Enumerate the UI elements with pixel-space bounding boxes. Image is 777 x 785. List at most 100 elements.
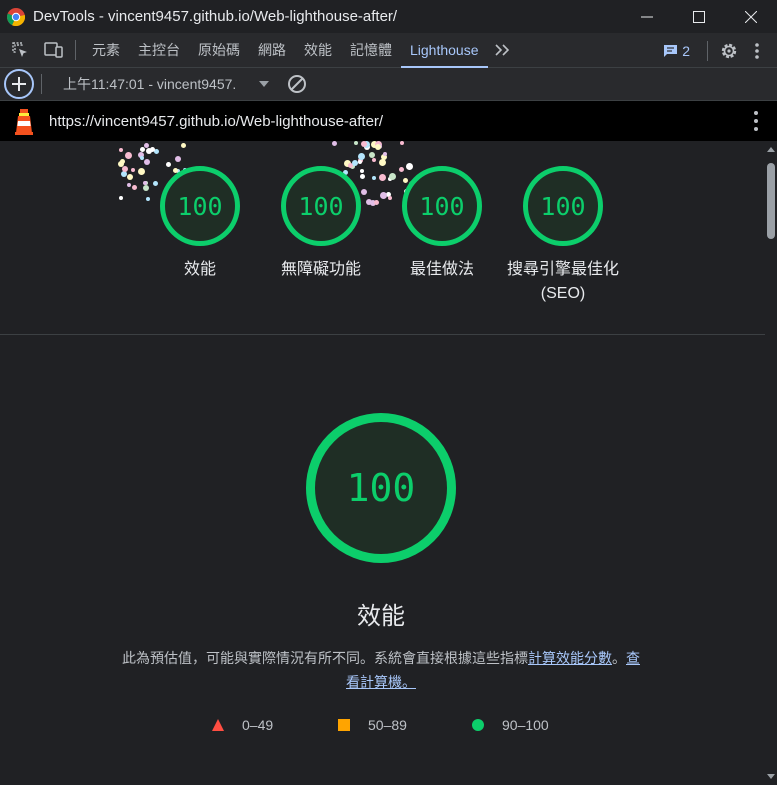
section-divider xyxy=(0,334,765,335)
confetti-dot xyxy=(361,189,368,196)
confetti-dot xyxy=(146,196,151,201)
confetti-dot xyxy=(359,168,364,173)
close-button[interactable] xyxy=(725,0,777,33)
confetti-dot xyxy=(358,159,363,164)
device-toolbar-button[interactable] xyxy=(40,36,68,64)
confetti-dot xyxy=(175,155,182,162)
gauge-seo[interactable]: 100 xyxy=(523,166,603,246)
confetti-dot xyxy=(402,178,408,184)
confetti-dot xyxy=(153,180,159,186)
tab-elements[interactable]: 元素 xyxy=(83,33,129,68)
minimize-icon xyxy=(641,16,653,17)
confetti-dot xyxy=(372,157,377,162)
issues-count: 2 xyxy=(682,42,690,59)
maximize-icon xyxy=(693,10,705,23)
report-url-bar: https://vincent9457.github.io/Web-lighth… xyxy=(0,101,777,141)
confetti-dot xyxy=(360,141,367,148)
confetti-dot xyxy=(139,147,145,153)
confetti-dot xyxy=(143,185,150,192)
scroll-up-arrow-icon[interactable] xyxy=(767,147,775,152)
settings-button[interactable] xyxy=(715,37,743,65)
gauge-score: 100 xyxy=(540,191,586,221)
confetti-dot xyxy=(166,161,172,167)
scroll-down-arrow-icon[interactable] xyxy=(767,774,775,779)
confetti-dot xyxy=(382,151,387,156)
devtools-tab-bar: 元素 主控台 原始碼 網路 效能 記憶體 Lighthouse 2 xyxy=(0,33,777,68)
issues-button[interactable]: 2 xyxy=(653,43,700,59)
confetti-dot xyxy=(378,159,386,167)
confetti-dot xyxy=(118,147,123,152)
plus-icon xyxy=(12,77,26,91)
new-report-button[interactable] xyxy=(4,69,34,99)
confetti-dot xyxy=(374,199,380,205)
report-selector[interactable]: 上午11:47:01 - vincent9457. xyxy=(63,74,269,94)
confetti-dot xyxy=(131,168,136,173)
legend-average: 50–89 xyxy=(338,717,407,733)
confetti-dot xyxy=(365,198,372,205)
report-scrollbar[interactable] xyxy=(765,141,777,785)
confetti-dot xyxy=(132,184,138,190)
tab-separator xyxy=(75,40,76,60)
minimize-button[interactable] xyxy=(621,0,673,33)
legend-range: 0–49 xyxy=(242,717,274,733)
scroll-thumb[interactable] xyxy=(767,163,775,239)
confetti-dot xyxy=(369,151,376,158)
clear-reports-icon[interactable] xyxy=(287,74,307,94)
performance-description: 此為預估值，可能與實際情況有所不同。系統會直接根據這些指標計算效能分數。查看計算… xyxy=(120,646,642,694)
chevron-double-right-icon xyxy=(494,44,509,56)
confetti-dot xyxy=(119,158,125,164)
confetti-dot xyxy=(388,196,393,201)
confetti-dot xyxy=(121,165,128,172)
more-tabs-button[interactable] xyxy=(488,36,516,64)
tab-lighthouse[interactable]: Lighthouse xyxy=(401,33,488,68)
confetti-dot xyxy=(126,182,131,187)
tabbar-right-tools: 2 xyxy=(653,33,777,68)
toolbar-separator xyxy=(41,74,42,94)
lighthouse-toolbar: 上午11:47:01 - vincent9457. xyxy=(0,68,777,101)
confetti-dot xyxy=(405,162,413,170)
description-text: 此為預估值，可能與實際情況有所不同。系統會直接根據這些指標 xyxy=(122,650,528,666)
gauge-score: 100 xyxy=(177,191,223,221)
gauge-score: 100 xyxy=(419,191,465,221)
gauge-label-performance: 效能 xyxy=(183,261,216,278)
confetti-dot xyxy=(145,148,152,154)
confetti-dot xyxy=(400,141,405,145)
tab-performance[interactable]: 效能 xyxy=(295,33,341,68)
tab-console[interactable]: 主控台 xyxy=(129,33,189,68)
gauge-score: 100 xyxy=(298,191,344,221)
gauge-best-practices[interactable]: 100 xyxy=(402,166,482,246)
calculate-score-link[interactable]: 計算效能分數 xyxy=(528,650,612,666)
gauge-accessibility[interactable]: 100 xyxy=(281,166,361,246)
dropdown-arrow-icon xyxy=(259,81,269,87)
tab-memory[interactable]: 記憶體 xyxy=(341,33,401,68)
chrome-logo-icon xyxy=(7,7,25,26)
window-controls xyxy=(621,0,777,33)
circle-icon xyxy=(472,719,484,731)
confetti-dot xyxy=(379,173,387,181)
maximize-button[interactable] xyxy=(673,0,725,33)
legend-range: 90–100 xyxy=(502,717,549,733)
device-icon xyxy=(44,42,63,58)
gauge-label-accessibility: 無障礙功能 xyxy=(280,261,361,278)
more-options-button[interactable] xyxy=(743,37,771,65)
report-menu-button[interactable] xyxy=(753,111,759,131)
report-selector-value: 上午11:47:01 - vincent9457. xyxy=(63,76,237,92)
lighthouse-logo-icon xyxy=(15,109,33,135)
title-bar: DevTools - vincent9457.github.io/Web-lig… xyxy=(0,0,777,33)
tab-separator xyxy=(707,40,708,61)
window-title: DevTools - vincent9457.github.io/Web-lig… xyxy=(33,8,398,25)
confetti-dot xyxy=(138,167,146,175)
tab-network[interactable]: 網路 xyxy=(249,33,295,68)
description-separator: 。 xyxy=(612,650,626,666)
tab-sources[interactable]: 原始碼 xyxy=(189,33,249,68)
confetti-dot xyxy=(126,174,133,181)
gauge-performance[interactable]: 100 xyxy=(160,166,240,246)
inspect-element-button[interactable] xyxy=(6,36,34,64)
confetti-dot xyxy=(119,195,124,200)
confetti-dot xyxy=(360,173,366,179)
performance-score: 100 xyxy=(346,466,416,510)
report-url: https://vincent9457.github.io/Web-lighth… xyxy=(49,112,384,130)
kebab-menu-icon xyxy=(755,42,759,59)
confetti-dot xyxy=(181,143,187,149)
confetti-dot xyxy=(375,143,382,150)
